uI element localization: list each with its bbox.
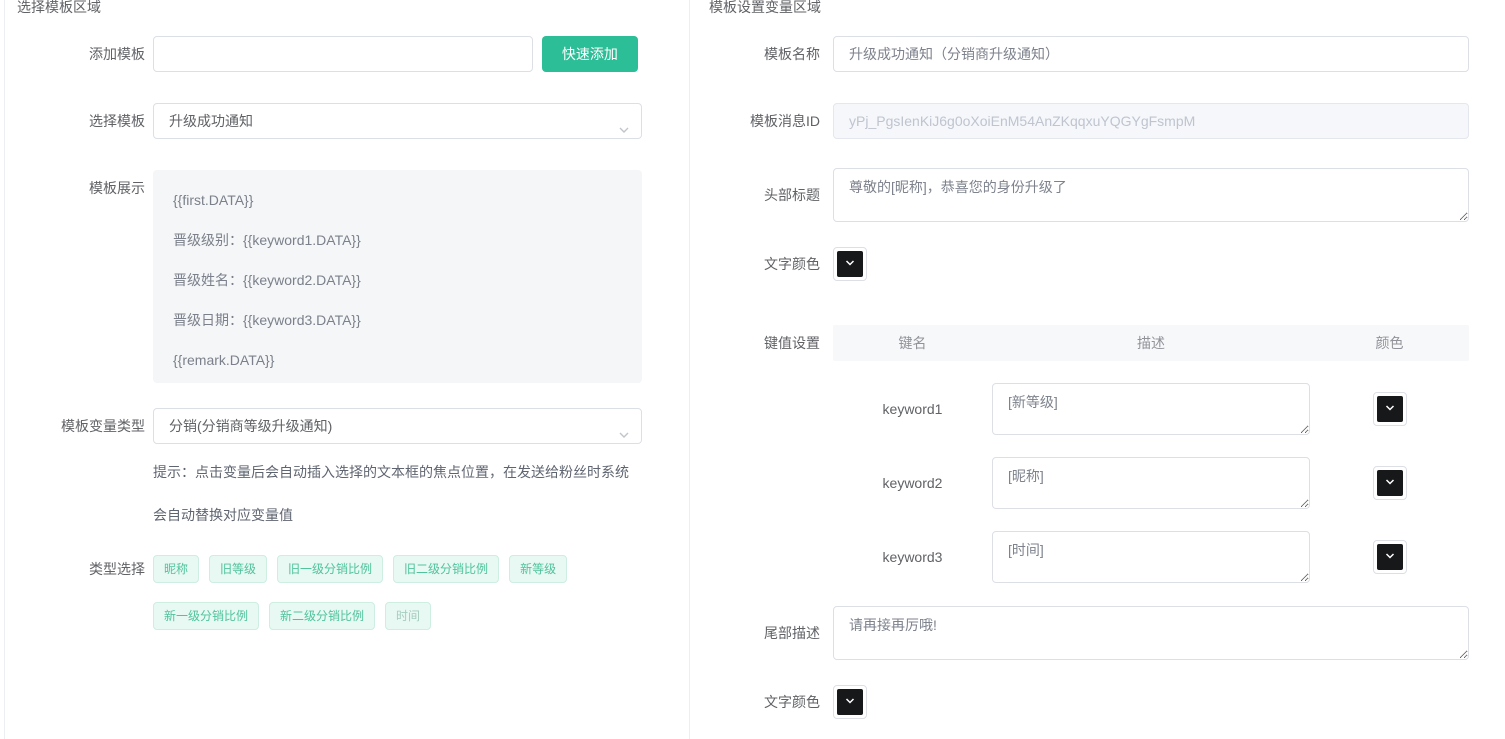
select-template-row: 选择模板 升级成功通知	[5, 103, 689, 139]
type-tag[interactable]: 新一级分销比例	[153, 602, 259, 630]
quick-add-button[interactable]: 快速添加	[542, 36, 638, 72]
kv-table-header: 键名 描述 颜色	[833, 325, 1469, 361]
preview-line: {{remark.DATA}}	[173, 340, 622, 380]
chevron-down-icon	[617, 115, 631, 149]
preview-line: {{first.DATA}}	[173, 180, 622, 220]
kv-desc-textarea[interactable]: [新等级]	[992, 383, 1310, 435]
chevron-down-icon	[844, 695, 856, 710]
type-tag[interactable]: 旧一级分销比例	[277, 555, 383, 583]
kv-header-key: 键名	[833, 333, 992, 353]
template-preview-row: 模板展示 {{first.DATA}} 晋级级别：{{keyword1.DATA…	[5, 170, 689, 383]
left-panel-title: 选择模板区域	[17, 0, 689, 14]
kv-header-color: 颜色	[1310, 333, 1469, 353]
header-title-textarea[interactable]: 尊敬的[昵称]，恭喜您的身份升级了	[833, 168, 1469, 222]
kv-settings-label: 键值设置	[690, 325, 820, 361]
right-panel-title: 模板设置变量区域	[709, 0, 1505, 14]
color-swatch	[837, 251, 863, 277]
variable-type-value: 分销(分销商等级升级通知)	[169, 418, 332, 434]
type-tag[interactable]: 新等级	[509, 555, 567, 583]
template-name-label: 模板名称	[690, 36, 820, 72]
footer-color-row: 文字颜色	[690, 685, 1505, 719]
preview-line: 晋级级别：{{keyword1.DATA}}	[173, 220, 622, 260]
type-tag[interactable]: 昵称	[153, 555, 199, 583]
type-select-label: 类型选择	[5, 555, 145, 583]
type-select-row: 类型选择 昵称 旧等级 旧一级分销比例 旧二级分销比例 新等级 新一级分销比例 …	[5, 555, 689, 630]
footer-desc-textarea[interactable]: 请再接再厉哦!	[833, 606, 1469, 660]
kv-row-keyword2: keyword2 [昵称]	[833, 457, 1469, 509]
chevron-down-icon	[1384, 550, 1396, 565]
template-name-row: 模板名称	[690, 36, 1505, 72]
footer-color-label: 文字颜色	[690, 685, 820, 719]
add-template-controls: 快速添加	[153, 36, 638, 72]
kv-key-name: keyword1	[833, 401, 992, 417]
kv-desc-textarea[interactable]: [昵称]	[992, 457, 1310, 509]
color-swatch	[1377, 396, 1403, 422]
footer-desc-row: 尾部描述 请再接再厉哦!	[690, 606, 1505, 660]
kv-desc-textarea[interactable]: [时间]	[992, 531, 1310, 583]
variable-type-hint: 提示：点击变量后会自动插入选择的文本框的焦点位置，在发送给粉丝时系统会自动替换对…	[153, 451, 642, 537]
kv-settings-row: 键值设置 键名 描述 颜色 keyword1 [新等级]	[690, 325, 1505, 583]
color-swatch	[1377, 470, 1403, 496]
type-tag[interactable]: 时间	[385, 602, 431, 630]
variable-type-dropdown[interactable]: 分销(分销商等级升级通知)	[153, 408, 642, 444]
template-settings-panel: 模板设置变量区域 模板名称 模板消息ID 头部标题 尊敬的[昵称]，恭喜您的身份…	[690, 0, 1505, 739]
type-tag[interactable]: 旧二级分销比例	[393, 555, 499, 583]
variable-type-row: 模板变量类型 分销(分销商等级升级通知) 提示：点击变量后会自动插入选择的文本框…	[5, 408, 689, 537]
template-id-row: 模板消息ID	[690, 103, 1505, 139]
preview-line: 晋级日期：{{keyword3.DATA}}	[173, 300, 622, 340]
chevron-down-icon	[617, 420, 631, 454]
kv-row-keyword1: keyword1 [新等级]	[833, 383, 1469, 435]
variable-type-controls: 分销(分销商等级升级通知) 提示：点击变量后会自动插入选择的文本框的焦点位置，在…	[153, 408, 642, 537]
template-preview-box: {{first.DATA}} 晋级级别：{{keyword1.DATA}} 晋级…	[153, 170, 642, 383]
footer-color-picker[interactable]	[833, 685, 867, 719]
kv-color-picker[interactable]	[1373, 540, 1407, 574]
type-tag-list: 昵称 旧等级 旧一级分销比例 旧二级分销比例 新等级 新一级分销比例 新二级分销…	[153, 555, 642, 630]
preview-line: 晋级姓名：{{keyword2.DATA}}	[173, 260, 622, 300]
header-color-row: 文字颜色	[690, 247, 1505, 281]
template-name-input[interactable]	[833, 36, 1469, 72]
type-tag[interactable]: 新二级分销比例	[269, 602, 375, 630]
header-color-picker[interactable]	[833, 247, 867, 281]
template-id-label: 模板消息ID	[690, 103, 820, 139]
add-template-label: 添加模板	[5, 36, 145, 72]
chevron-down-icon	[844, 257, 856, 272]
chevron-down-icon	[1384, 402, 1396, 417]
select-template-panel: 选择模板区域 添加模板 快速添加 选择模板 升级成功通知 模板展示 {{firs…	[4, 0, 690, 739]
kv-key-name: keyword3	[833, 549, 992, 565]
color-swatch	[837, 689, 863, 715]
variable-type-label: 模板变量类型	[5, 408, 145, 444]
color-swatch	[1377, 544, 1403, 570]
kv-key-name: keyword2	[833, 475, 992, 491]
chevron-down-icon	[1384, 476, 1396, 491]
template-id-input	[833, 103, 1469, 139]
kv-color-picker[interactable]	[1373, 466, 1407, 500]
select-template-value: 升级成功通知	[169, 113, 253, 129]
template-preview-label: 模板展示	[5, 170, 145, 206]
add-template-row: 添加模板 快速添加	[5, 36, 689, 72]
header-color-label: 文字颜色	[690, 247, 820, 281]
footer-desc-label: 尾部描述	[690, 606, 820, 660]
header-title-row: 头部标题 尊敬的[昵称]，恭喜您的身份升级了	[690, 168, 1505, 222]
kv-row-keyword3: keyword3 [时间]	[833, 531, 1469, 583]
kv-header-desc: 描述	[992, 333, 1310, 353]
kv-color-picker[interactable]	[1373, 392, 1407, 426]
template-config-page: 选择模板区域 添加模板 快速添加 选择模板 升级成功通知 模板展示 {{firs…	[0, 0, 1505, 739]
select-template-dropdown[interactable]: 升级成功通知	[153, 103, 642, 139]
select-template-label: 选择模板	[5, 103, 145, 139]
type-tag[interactable]: 旧等级	[209, 555, 267, 583]
kv-table: 键名 描述 颜色 keyword1 [新等级]	[833, 325, 1469, 583]
add-template-input[interactable]	[153, 36, 533, 72]
header-title-label: 头部标题	[690, 168, 820, 222]
